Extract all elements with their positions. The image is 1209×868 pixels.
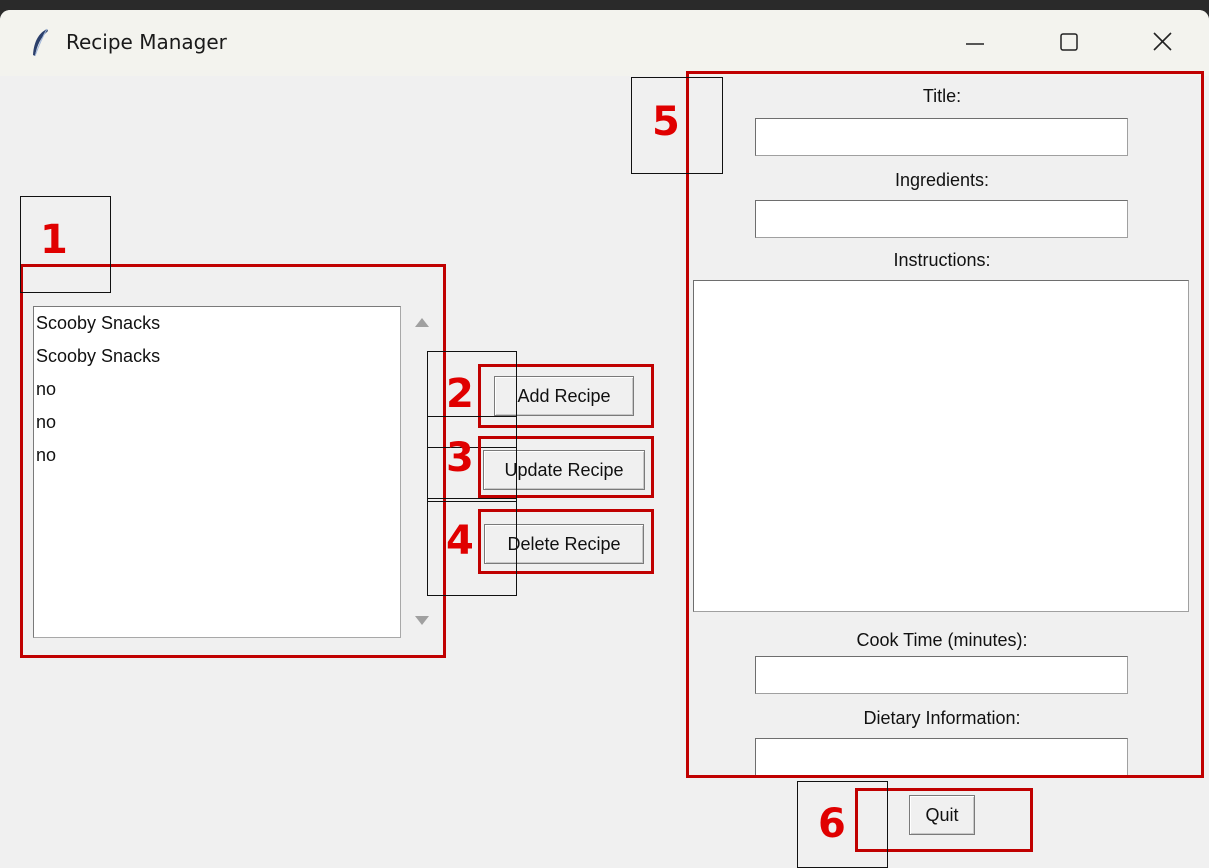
ingredients-input[interactable] <box>755 200 1128 238</box>
close-icon[interactable] <box>1139 22 1185 62</box>
scroll-down-arrow-icon[interactable] <box>415 616 429 625</box>
annotation-number-4: 4 <box>446 518 474 564</box>
ingredients-label: Ingredients: <box>894 170 990 190</box>
annotation-number-6: 6 <box>818 801 846 847</box>
update-recipe-button[interactable]: Update Recipe <box>483 450 645 490</box>
list-item[interactable]: no <box>34 439 400 472</box>
delete-recipe-button[interactable]: Delete Recipe <box>484 524 644 564</box>
list-scrollbar[interactable] <box>408 308 434 638</box>
recipe-listbox[interactable]: Scooby Snacks Scooby Snacks no no no <box>33 306 401 638</box>
list-item[interactable]: Scooby Snacks <box>34 307 400 340</box>
window-title: Recipe Manager <box>66 30 227 54</box>
list-item[interactable]: no <box>34 406 400 439</box>
list-item[interactable]: no <box>34 373 400 406</box>
dietary-information-label: Dietary Information: <box>863 708 1021 728</box>
instructions-textarea[interactable] <box>693 280 1189 612</box>
quit-button[interactable]: Quit <box>909 795 975 835</box>
maximize-icon[interactable] <box>1046 22 1092 62</box>
scroll-up-arrow-icon[interactable] <box>415 318 429 327</box>
cook-time-label: Cook Time (minutes): <box>856 630 1028 650</box>
feather-icon <box>30 28 50 58</box>
title-label: Title: <box>922 86 962 106</box>
title-bar[interactable]: Recipe Manager <box>0 10 1209 76</box>
title-input[interactable] <box>755 118 1128 156</box>
dietary-information-input[interactable] <box>755 738 1128 776</box>
annotation-number-3: 3 <box>446 435 474 481</box>
list-item[interactable]: Scooby Snacks <box>34 340 400 373</box>
cook-time-input[interactable] <box>755 656 1128 694</box>
app-window: Recipe Manager Scooby Snacks Scooby Snac… <box>0 10 1209 868</box>
add-recipe-button[interactable]: Add Recipe <box>494 376 634 416</box>
annotation-number-1: 1 <box>40 217 68 263</box>
instructions-label: Instructions: <box>893 250 991 270</box>
minimize-icon[interactable] <box>952 22 998 62</box>
annotation-number-2: 2 <box>446 371 474 417</box>
annotation-number-5: 5 <box>652 99 680 145</box>
